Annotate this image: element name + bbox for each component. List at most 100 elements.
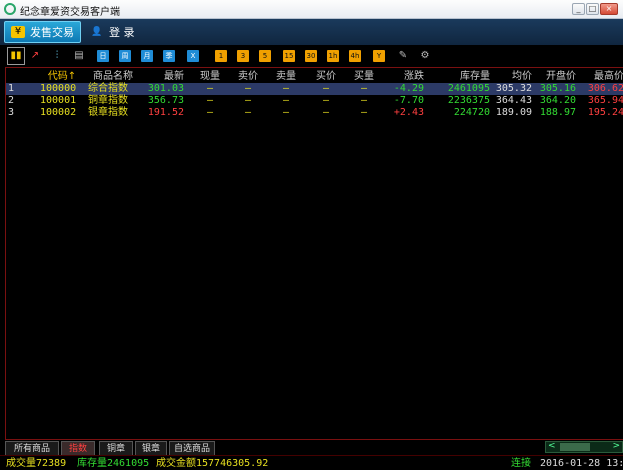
table-row[interactable]: 3 100002 银章指数 191.52 — — — — — +2.43 224720 189.09 1…: [6, 107, 623, 119]
column-header-code[interactable]: 代码↑: [40, 69, 84, 84]
column-header-avg-price[interactable]: 均价: [494, 69, 532, 84]
scroll-left-icon[interactable]: <: [548, 441, 556, 451]
toolbar: ▮▮ ↗ ⫶ ▤ 日周月季 X 1 3 5 15 30 1h 4h Y ✎ ⚙: [0, 45, 623, 67]
minute-3-button[interactable]: 3: [237, 50, 249, 62]
minimize-button[interactable]: _: [572, 3, 585, 15]
cell-high-price: 306.62: [587, 83, 623, 94]
cell-high-price: 195.24: [587, 107, 623, 118]
cell-row-number: 3: [8, 107, 15, 118]
cell-sell-price: —: [244, 83, 252, 94]
cell-buy-volume: —: [360, 83, 368, 94]
tab-all-products[interactable]: 所有商品: [5, 441, 59, 455]
cell-current-volume: —: [206, 95, 214, 106]
gear-icon[interactable]: ⚙: [419, 50, 431, 62]
status-amount: 成交金额157746305.92: [156, 458, 269, 469]
cell-buy-price: —: [322, 95, 330, 106]
title-bar: 纪念章爱资交易客户端 _ □ ×: [0, 0, 623, 19]
cell-sell-volume: —: [282, 95, 290, 106]
cell-current-volume: —: [206, 83, 214, 94]
cell-sell-volume: —: [282, 83, 290, 94]
week-period-button[interactable]: 周: [119, 50, 131, 62]
cell-product-name: 银章指数: [88, 107, 128, 118]
menu-item-label: 登 录: [109, 26, 135, 39]
minute-30-button[interactable]: 30: [305, 50, 317, 62]
cell-open-price: 305.16: [539, 83, 576, 94]
cell-latest: 301.03: [147, 83, 184, 94]
cell-sell-price: —: [244, 95, 252, 106]
category-tabs: 所有商品 指数 铜章 银章 自选商品: [5, 440, 623, 455]
cell-avg-price: 364.43: [495, 95, 532, 106]
tab-copper[interactable]: 铜章: [99, 441, 133, 455]
menu-item-trade[interactable]: ¥ 发售交易: [4, 21, 81, 43]
status-volume: 成交量72389: [6, 458, 67, 469]
app-logo-icon: [4, 3, 16, 15]
candlestick-icon[interactable]: ⫶: [51, 50, 63, 62]
cell-open-price: 364.20: [539, 95, 576, 106]
cell-change: -4.29: [393, 83, 424, 94]
horizontal-scrollbar[interactable]: < >: [545, 441, 623, 453]
table-icon[interactable]: ▤: [73, 50, 85, 62]
column-header-product-name[interactable]: 商品名称: [88, 69, 138, 84]
hour-1-button[interactable]: 1h: [327, 50, 339, 62]
column-header-row-number[interactable]: [8, 69, 28, 84]
menu-item-label: 发售交易: [30, 26, 74, 39]
user-icon: 👤: [91, 27, 103, 37]
cell-buy-volume: —: [360, 95, 368, 106]
status-bar: 成交量72389 库存量2461095 成交金额157746305.92 连接 …: [0, 455, 623, 470]
hour-4-button[interactable]: 4h: [349, 50, 361, 62]
tab-index[interactable]: 指数: [61, 441, 95, 455]
column-header-sell-price[interactable]: 卖价: [234, 69, 262, 84]
table-row[interactable]: 1 100000 综合指数 301.03 — — — — — -4.29 2461095 305.32…: [6, 83, 623, 95]
window-title: 纪念章爱资交易客户端: [20, 7, 120, 18]
cell-inventory: 2236375: [447, 95, 490, 106]
cell-buy-price: —: [322, 83, 330, 94]
status-datetime: 2016-01-28 13:52: [540, 458, 623, 469]
connection-status: 连接: [511, 458, 531, 469]
x-period-button[interactable]: X: [187, 50, 199, 62]
column-header-high-price[interactable]: 最高价: [580, 69, 623, 84]
maximize-button[interactable]: □: [586, 3, 599, 15]
draw-icon[interactable]: ✎: [397, 50, 409, 62]
column-header-buy-price[interactable]: 买价: [312, 69, 340, 84]
cell-code: 100000: [40, 83, 77, 94]
cell-buy-volume: —: [360, 107, 368, 118]
column-header-inventory[interactable]: 库存量: [432, 69, 490, 84]
close-button[interactable]: ×: [600, 3, 618, 15]
cell-high-price: 365.94: [587, 95, 623, 106]
cell-product-name: 综合指数: [88, 83, 128, 94]
cell-change: +2.43: [393, 107, 424, 118]
month-period-button[interactable]: 月: [141, 50, 153, 62]
cell-sell-price: —: [244, 107, 252, 118]
table-header: 代码↑ 商品名称 最新 现量 卖价 卖量 买价 买量 涨跌 库存量 均价 开盘价 最高价: [6, 69, 623, 84]
menu-item-login[interactable]: 👤 登 录: [84, 21, 141, 43]
cell-buy-price: —: [322, 107, 330, 118]
line-chart-icon[interactable]: ↗: [29, 50, 41, 62]
column-header-latest[interactable]: 最新: [146, 69, 184, 84]
column-header-buy-volume[interactable]: 买量: [350, 69, 378, 84]
scroll-right-icon[interactable]: >: [612, 441, 620, 451]
tab-silver[interactable]: 银章: [135, 441, 167, 455]
cell-inventory: 224720: [453, 107, 490, 118]
minute-1-button[interactable]: 1: [215, 50, 227, 62]
scroll-thumb[interactable]: [560, 443, 590, 451]
cell-latest: 191.52: [147, 107, 184, 118]
cell-latest: 356.73: [147, 95, 184, 106]
day-period-button[interactable]: 日: [97, 50, 109, 62]
tab-watchlist[interactable]: 自选商品: [169, 441, 215, 455]
year-period-button[interactable]: Y: [373, 50, 385, 62]
minute-5-button[interactable]: 5: [259, 50, 271, 62]
cell-code: 100001: [40, 95, 77, 106]
menu-bar: ¥ 发售交易 👤 登 录: [0, 19, 623, 45]
bar-chart-icon[interactable]: ▮▮: [7, 47, 25, 65]
column-header-change[interactable]: 涨跌: [386, 69, 424, 84]
status-stock: 库存量2461095: [77, 458, 150, 469]
column-header-current-volume[interactable]: 现量: [196, 69, 224, 84]
quarter-period-button[interactable]: 季: [163, 50, 175, 62]
cell-code: 100002: [40, 107, 77, 118]
minute-15-button[interactable]: 15: [283, 50, 295, 62]
cell-row-number: 1: [8, 83, 15, 94]
column-header-sell-volume[interactable]: 卖量: [272, 69, 300, 84]
column-header-open-price[interactable]: 开盘价: [538, 69, 576, 84]
cell-current-volume: —: [206, 107, 214, 118]
table-row[interactable]: 2 100001 铜章指数 356.73 — — — — — -7.70 2236375 364.43…: [6, 95, 623, 107]
